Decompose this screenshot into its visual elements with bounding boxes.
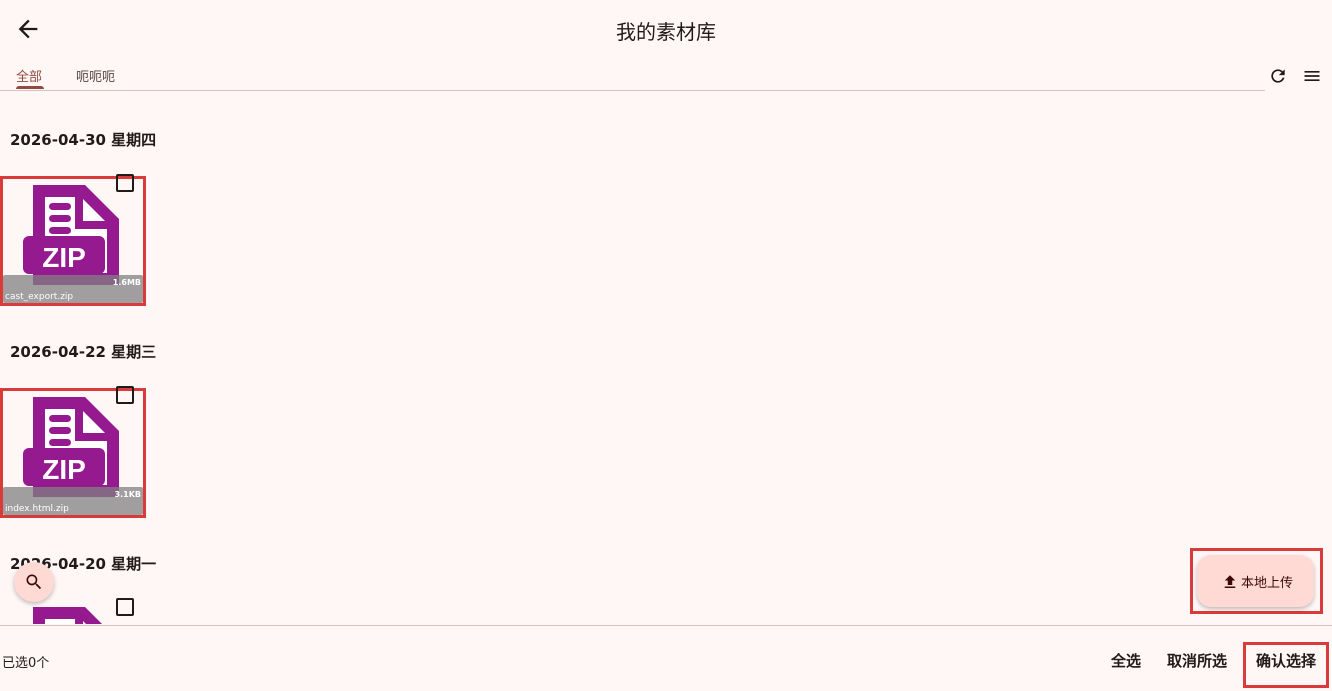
search-fab[interactable] <box>14 562 54 602</box>
confirm-selection-button[interactable]: 确认选择 <box>1256 650 1316 671</box>
tab-all[interactable]: 全部 <box>16 66 42 85</box>
material-card[interactable]: ZIP 3.1KB index.html.zip <box>0 388 146 518</box>
tab-eee[interactable]: 呃呃呃 <box>76 66 115 85</box>
upload-label: 本地上传 <box>1241 576 1294 591</box>
page-title: 我的素材库 <box>616 20 716 44</box>
file-name: cast_export.zip <box>5 292 74 302</box>
menu-icon <box>1304 71 1320 81</box>
select-checkbox[interactable] <box>116 386 134 404</box>
confirm-highlight: 确认选择 <box>1243 642 1329 688</box>
zip-label: ZIP <box>42 242 86 273</box>
select-checkbox[interactable] <box>116 598 134 616</box>
zip-file-icon <box>33 607 102 624</box>
date-header: 2026-04-22 星期三 <box>10 343 157 361</box>
refresh-button[interactable] <box>1268 66 1288 86</box>
card-overlay: 1.6MB cast_export.zip <box>3 275 143 303</box>
date-header: 2026-04-30 星期四 <box>10 131 157 149</box>
select-checkbox[interactable] <box>116 174 134 192</box>
zip-label: ZIP <box>42 454 86 485</box>
upload-icon <box>1224 575 1236 588</box>
refresh-icon <box>1271 69 1285 83</box>
file-size: 1.6MB <box>112 278 141 287</box>
deselect-all-button[interactable]: 取消所选 <box>1167 650 1227 671</box>
upload-highlight: 本地上传 <box>1190 548 1323 614</box>
material-card[interactable]: ZIP 1.6MB cast_export.zip <box>0 176 146 306</box>
select-all-button[interactable]: 全选 <box>1111 650 1141 671</box>
search-icon <box>26 574 42 590</box>
tab-bar: 全部 呃呃呃 <box>0 58 1265 91</box>
tab-indicator <box>16 86 44 89</box>
menu-button[interactable] <box>1302 66 1322 86</box>
file-size: 3.1KB <box>114 490 141 499</box>
top-app-bar: 我的素材库 <box>0 0 1332 60</box>
file-name: index.html.zip <box>5 504 69 514</box>
local-upload-button[interactable]: 本地上传 <box>1197 555 1314 607</box>
selected-count: 已选0个 <box>2 656 50 671</box>
bottom-action-bar: 已选0个 全选 取消所选 确认选择 <box>0 625 1332 691</box>
card-overlay: 3.1KB index.html.zip <box>3 487 143 515</box>
